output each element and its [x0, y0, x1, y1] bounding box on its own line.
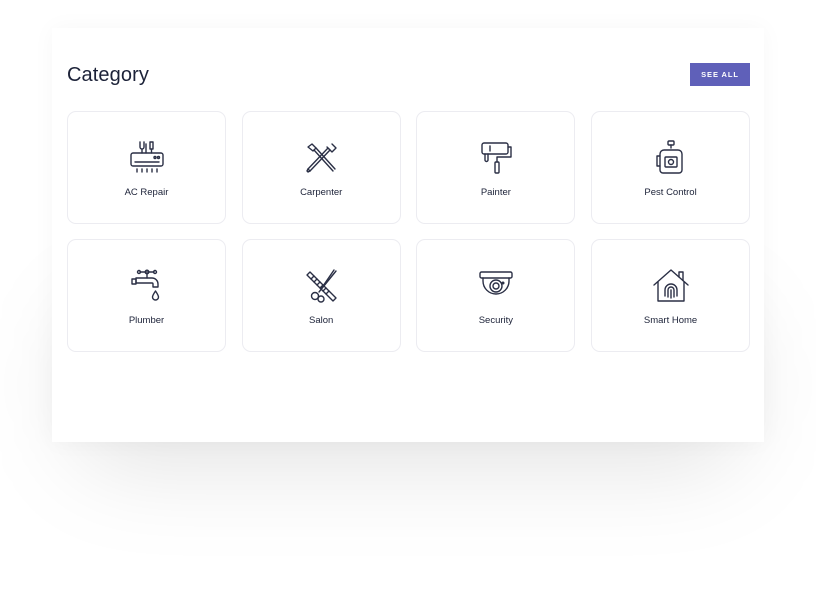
page: Category SEE ALL AC Repair Carpenter Pai…	[0, 0, 816, 595]
category-label: AC Repair	[124, 187, 169, 198]
category-grid: AC Repair Carpenter Painter Pest Control…	[67, 111, 751, 352]
ac-repair-icon	[127, 138, 167, 178]
category-tile-smart-home[interactable]: Smart Home	[591, 239, 751, 352]
category-label: Smart Home	[643, 315, 698, 326]
category-tile-salon[interactable]: Salon	[241, 239, 401, 352]
category-label: Pest Control	[644, 187, 697, 198]
category-label: Carpenter	[300, 187, 343, 198]
category-tile-security[interactable]: Security	[416, 239, 576, 352]
scissors-comb-icon	[301, 266, 341, 306]
security-camera-icon	[476, 266, 516, 306]
category-tile-carpenter[interactable]: Carpenter	[241, 111, 401, 224]
category-tile-painter[interactable]: Painter	[416, 111, 576, 224]
see-all-button[interactable]: SEE ALL	[690, 63, 750, 86]
pest-spray-icon	[651, 138, 691, 178]
carpenter-icon	[301, 138, 341, 178]
section-title: Category	[67, 64, 149, 86]
faucet-icon	[127, 266, 167, 306]
category-tile-pest-control[interactable]: Pest Control	[591, 111, 751, 224]
category-header: Category SEE ALL	[67, 62, 750, 88]
category-label: Salon	[309, 315, 334, 326]
category-tile-ac-repair[interactable]: AC Repair	[67, 111, 226, 224]
category-label: Security	[478, 315, 514, 326]
paint-roller-icon	[476, 138, 516, 178]
smart-home-icon	[651, 266, 691, 306]
category-tile-plumber[interactable]: Plumber	[67, 239, 226, 352]
category-label: Painter	[480, 187, 511, 198]
category-label: Plumber	[128, 315, 165, 326]
